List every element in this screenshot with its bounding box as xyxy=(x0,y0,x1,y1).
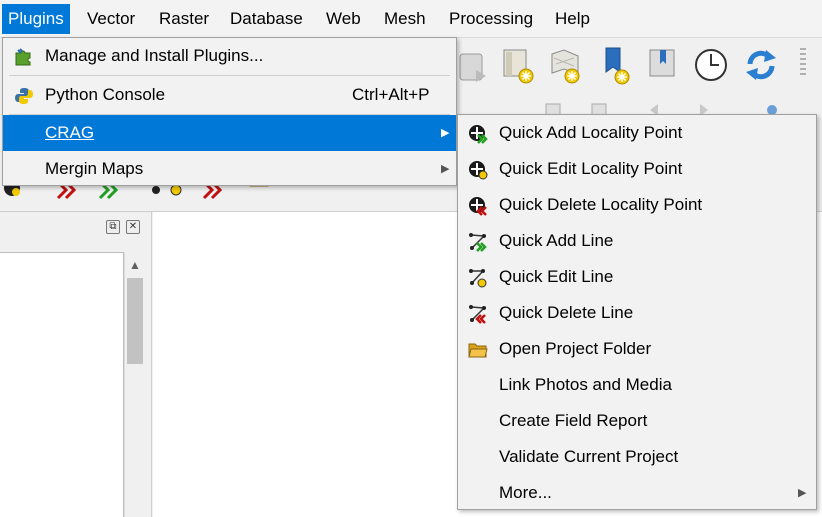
delete-line-icon xyxy=(469,305,486,324)
menu-processing[interactable]: Processing xyxy=(443,4,539,34)
submenu-arrow-icon: ▶ xyxy=(441,127,450,139)
menu-item-validate-current-project[interactable]: Validate Current Project xyxy=(458,439,816,475)
menu-item-quick-add-locality-point[interactable]: Quick Add Locality Point xyxy=(458,115,816,151)
menu-item-quick-delete-locality-point[interactable]: Quick Delete Locality Point xyxy=(458,187,816,223)
menu-processing-label: Processing xyxy=(449,9,534,28)
dock-close-icon[interactable]: ✕ xyxy=(126,220,140,234)
menu-item-label: Mergin Maps xyxy=(45,159,144,178)
folder-icon xyxy=(468,343,488,358)
scroll-thumb[interactable] xyxy=(127,278,143,364)
temporal-controller-icon[interactable] xyxy=(692,46,730,84)
menu-database-label: Database xyxy=(230,9,303,28)
menu-vector-label: Vector xyxy=(87,9,136,28)
menubar: Plugins Vector Raster Database Web Mesh … xyxy=(0,0,822,38)
menu-mesh[interactable]: Mesh xyxy=(378,4,432,34)
new-geopackage-icon[interactable] xyxy=(546,46,582,84)
menu-mesh-label: Mesh xyxy=(384,9,426,28)
menu-item-quick-edit-line[interactable]: Quick Edit Line xyxy=(458,259,816,295)
menu-plugins[interactable]: Plugins xyxy=(2,4,70,34)
new-bookmark-icon[interactable] xyxy=(600,46,634,86)
menu-item-label: Quick Delete Line xyxy=(499,303,634,322)
menu-item-label: More... xyxy=(499,483,552,502)
show-bookmarks-icon[interactable] xyxy=(646,46,680,82)
menu-raster[interactable]: Raster xyxy=(153,4,215,34)
layers-panel[interactable] xyxy=(0,252,124,517)
menu-item-label: CRAG xyxy=(45,123,95,142)
menu-item-label: Quick Delete Locality Point xyxy=(499,195,703,214)
menu-item-crag[interactable]: CRAG ▶ xyxy=(3,115,456,151)
submenu-arrow-icon: ▶ xyxy=(798,487,807,499)
refresh-icon[interactable] xyxy=(742,46,780,84)
shortcut-text: Ctrl+Alt+P xyxy=(352,85,430,104)
menu-item-create-field-report[interactable]: Create Field Report xyxy=(458,403,816,439)
menu-item-quick-add-line[interactable]: Quick Add Line xyxy=(458,223,816,259)
menu-item-label: Quick Add Locality Point xyxy=(499,123,683,142)
menu-vector[interactable]: Vector xyxy=(81,4,141,34)
menu-item-more[interactable]: More... ▶ xyxy=(458,475,816,511)
submenu-arrow-icon: ▶ xyxy=(441,163,450,175)
toolbar-top xyxy=(440,38,822,102)
menu-separator xyxy=(9,75,450,76)
edit-line-icon xyxy=(469,269,487,288)
layers-dock: ⧉ ✕ ▲ xyxy=(0,212,152,517)
scroll-up-icon[interactable]: ▲ xyxy=(125,256,145,274)
layers-scrollbar[interactable]: ▲ xyxy=(124,252,144,517)
menu-item-quick-edit-locality-point[interactable]: Quick Edit Locality Point xyxy=(458,151,816,187)
menu-raster-label: Raster xyxy=(159,9,210,28)
menu-item-label: Python Console xyxy=(45,85,166,104)
menu-plugins-label: Plugins xyxy=(8,9,64,28)
menu-web-label: Web xyxy=(326,9,361,28)
menu-item-label: Quick Add Line xyxy=(499,231,614,250)
menu-item-label: Open Project Folder xyxy=(499,339,652,358)
menu-web[interactable]: Web xyxy=(320,4,367,34)
menu-item-label: Manage and Install Plugins... xyxy=(45,46,264,65)
menu-item-label: Link Photos and Media xyxy=(499,375,672,394)
menu-help[interactable]: Help xyxy=(549,4,596,34)
menu-database[interactable]: Database xyxy=(224,4,309,34)
add-point-icon xyxy=(469,125,488,144)
menu-item-label: Quick Edit Locality Point xyxy=(499,159,683,178)
edit-point-icon xyxy=(469,161,488,180)
crag-submenu: Quick Add Locality Point Quick Edit Loca… xyxy=(457,114,817,510)
menu-item-manage-plugins[interactable]: Manage and Install Plugins... xyxy=(3,38,456,74)
delete-point-icon xyxy=(469,197,487,216)
menu-item-quick-delete-line[interactable]: Quick Delete Line xyxy=(458,295,816,331)
toolbar-grip[interactable] xyxy=(800,48,806,78)
menu-item-label: Validate Current Project xyxy=(499,447,679,466)
python-icon xyxy=(15,88,33,104)
new-spatialite-icon[interactable] xyxy=(500,46,536,84)
menu-item-open-project-folder[interactable]: Open Project Folder xyxy=(458,331,816,367)
menu-item-label: Create Field Report xyxy=(499,411,648,430)
menu-item-label: Quick Edit Line xyxy=(499,267,614,286)
add-raster-icon[interactable] xyxy=(458,48,488,84)
menu-item-mergin-maps[interactable]: Mergin Maps ▶ xyxy=(3,151,456,187)
puzzle-icon xyxy=(15,48,31,66)
menu-item-link-photos-and-media[interactable]: Link Photos and Media xyxy=(458,367,816,403)
menu-help-label: Help xyxy=(555,9,590,28)
plugins-menu: Manage and Install Plugins... Python Con… xyxy=(2,37,457,186)
dock-float-icon[interactable]: ⧉ xyxy=(106,220,120,234)
menu-item-python-console[interactable]: Python Console Ctrl+Alt+P xyxy=(3,77,456,113)
add-line-icon xyxy=(469,233,487,252)
